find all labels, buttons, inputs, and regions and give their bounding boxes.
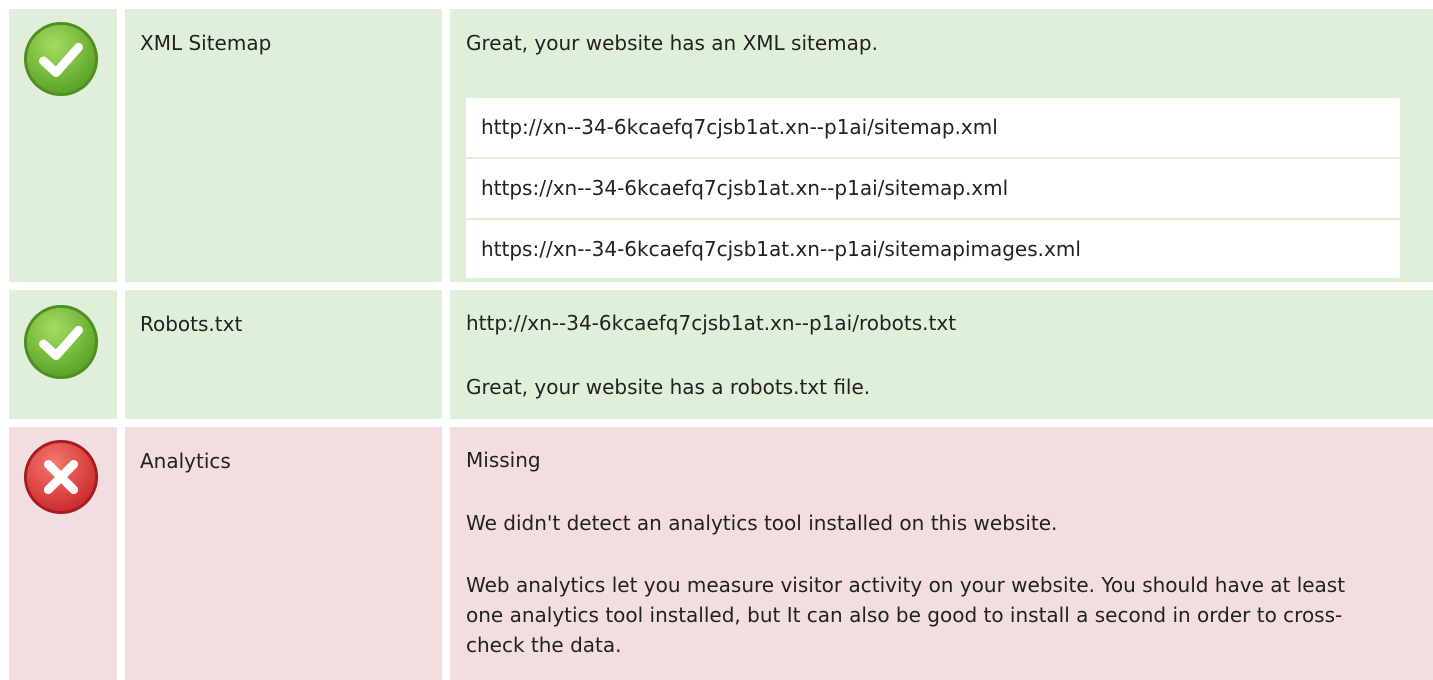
seo-row-analytics: Analytics Missing We didn't detect an an… bbox=[0, 427, 1433, 680]
check-message: Great, your website has a robots.txt fil… bbox=[466, 375, 871, 399]
check-message: We didn't detect an analytics tool insta… bbox=[466, 511, 1058, 535]
robots-url[interactable]: http://xn--34-6kcaefq7cjsb1at.xn--p1ai/r… bbox=[466, 308, 956, 338]
check-name-cell: Robots.txt bbox=[125, 290, 442, 419]
status-cell bbox=[9, 9, 117, 282]
check-name-cell: XML Sitemap bbox=[125, 9, 442, 282]
status-cell bbox=[9, 427, 117, 680]
status-cell bbox=[9, 290, 117, 419]
check-message: Great, your website has an XML sitemap. bbox=[466, 31, 878, 55]
check-result-cell: Great, your website has an XML sitemap. … bbox=[450, 9, 1433, 282]
check-result-cell: http://xn--34-6kcaefq7cjsb1at.xn--p1ai/r… bbox=[450, 290, 1433, 419]
sitemap-url[interactable]: http://xn--34-6kcaefq7cjsb1at.xn--p1ai/s… bbox=[466, 98, 1400, 157]
seo-row-xml-sitemap: XML Sitemap Great, your website has an X… bbox=[0, 9, 1433, 282]
check-value: Missing bbox=[466, 448, 541, 472]
sitemap-url[interactable]: https://xn--34-6kcaefq7cjsb1at.xn--p1ai/… bbox=[466, 159, 1400, 218]
check-name: XML Sitemap bbox=[140, 31, 272, 55]
check-name: Analytics bbox=[140, 449, 231, 473]
check-result-cell: Missing We didn't detect an analytics to… bbox=[450, 427, 1433, 680]
check-circle-icon bbox=[23, 304, 99, 380]
check-name-cell: Analytics bbox=[125, 427, 442, 680]
seo-row-robots-txt: Robots.txt http://xn--34-6kcaefq7cjsb1at… bbox=[0, 290, 1433, 419]
check-name: Robots.txt bbox=[140, 312, 243, 336]
x-circle-icon bbox=[23, 439, 99, 515]
check-circle-icon bbox=[23, 21, 99, 97]
sitemap-url-list: http://xn--34-6kcaefq7cjsb1at.xn--p1ai/s… bbox=[466, 98, 1400, 278]
check-description: Web analytics let you measure visitor ac… bbox=[466, 573, 1346, 657]
sitemap-url[interactable]: https://xn--34-6kcaefq7cjsb1at.xn--p1ai/… bbox=[466, 220, 1400, 279]
